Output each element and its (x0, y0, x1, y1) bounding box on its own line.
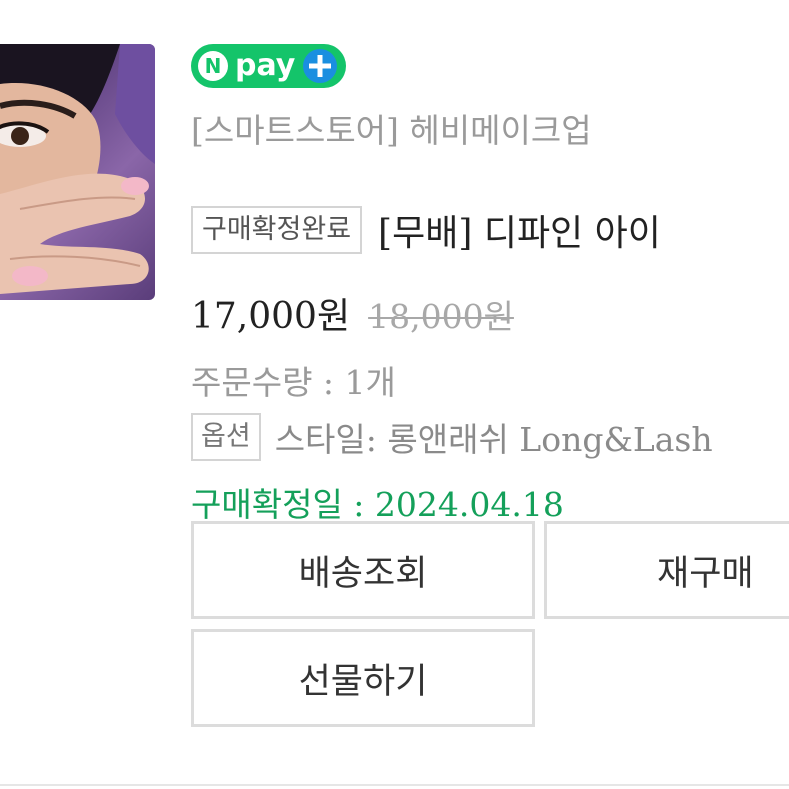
price-row: 17,000원 18,000원 (191, 287, 514, 339)
status-badge: 구매확정완료 (191, 206, 363, 254)
rebuy-button[interactable]: 재구매 (544, 521, 789, 619)
option-row: 옵션 스타일: 롱앤래쉬 Long&Lash (191, 413, 713, 461)
divider (0, 784, 789, 786)
gift-button[interactable]: 선물하기 (191, 629, 535, 727)
option-text: 스타일: 롱앤래쉬 Long&Lash (274, 420, 713, 459)
order-quantity: 주문수량 : 1개 (191, 363, 396, 402)
product-name[interactable]: [무배] 디파인 아이 (378, 204, 661, 256)
npay-n-icon: N (198, 51, 228, 81)
product-thumbnail[interactable] (0, 44, 155, 300)
product-title-row: 구매확정완료 [무배] 디파인 아이 (191, 205, 661, 255)
sale-price: 17,000원 (191, 296, 351, 337)
original-price: 18,000원 (368, 297, 514, 336)
order-item-page: N pay [스마트스토어] 헤비메이크업 구매확정완료 [무배] 디파인 아이… (0, 0, 789, 789)
track-delivery-button[interactable]: 배송조회 (191, 521, 535, 619)
plus-icon (303, 49, 338, 83)
store-name[interactable]: [스마트스토어] 헤비메이크업 (191, 104, 592, 152)
option-badge: 옵션 (191, 413, 261, 461)
purchase-confirm-date: 구매확정일 : 2024.04.18 (191, 485, 564, 524)
product-photo-image (0, 44, 155, 294)
npay-label: pay (235, 48, 296, 83)
npay-plus-badge: N pay (191, 44, 346, 88)
